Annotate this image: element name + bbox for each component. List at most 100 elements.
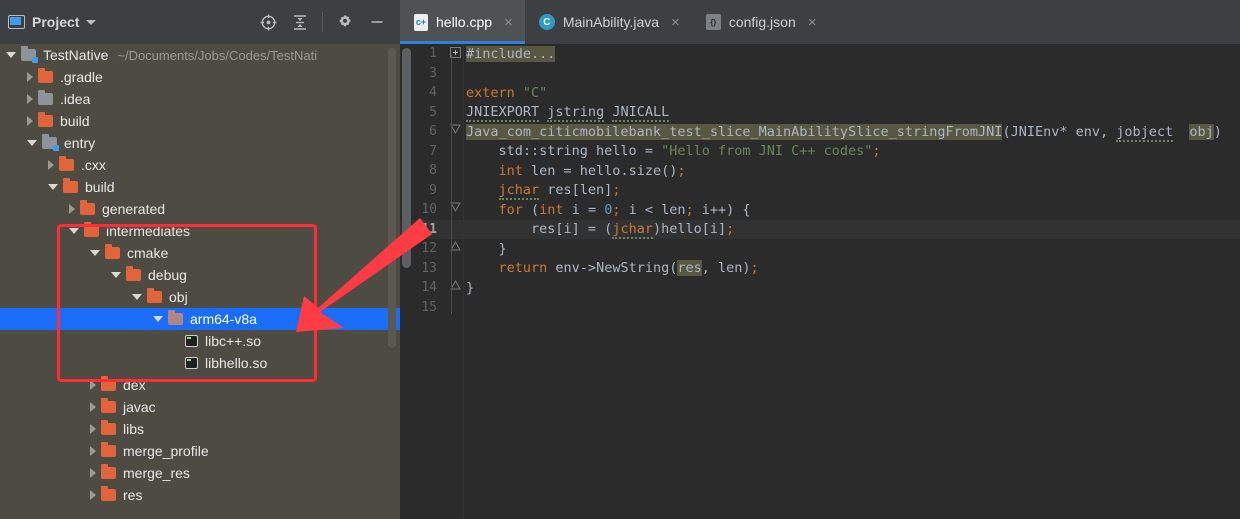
chevron-right-icon[interactable] <box>48 160 54 170</box>
code-line[interactable]: 9 jchar res[len]; <box>400 181 1240 201</box>
code-line[interactable]: 1 #include... <box>400 44 1240 64</box>
tree-row-merge-profile[interactable]: merge_profile <box>0 440 400 462</box>
ide-window: Project TestNative ~/Documents/Jobs/Code… <box>0 0 1240 519</box>
editor-tab-mainability-java[interactable]: C MainAbility.java × <box>525 0 692 44</box>
chevron-right-icon[interactable] <box>90 424 96 434</box>
tree-row--cxx[interactable]: .cxx <box>0 154 400 176</box>
folder-icon <box>101 442 116 457</box>
chevron-down-icon[interactable] <box>6 52 16 58</box>
minimize-icon[interactable] <box>362 7 392 37</box>
folder-icon <box>59 156 74 171</box>
chevron-down-icon[interactable] <box>153 316 163 322</box>
locate-target-icon[interactable] <box>253 7 283 37</box>
collapse-all-icon[interactable] <box>285 7 315 37</box>
editor-tab-label: MainAbility.java <box>562 14 660 30</box>
tree-row-libhello-so[interactable]: libhello.so <box>0 352 400 374</box>
chevron-right-icon[interactable] <box>90 380 96 390</box>
chevron-down-icon[interactable] <box>86 19 97 25</box>
tree-row-cmake[interactable]: cmake <box>0 242 400 264</box>
settings-gear-icon[interactable] <box>330 7 360 37</box>
tree-row-javac[interactable]: javac <box>0 396 400 418</box>
tree-row-entry[interactable]: entry <box>0 132 400 154</box>
tree-row-intermediates[interactable]: intermediates <box>0 220 400 242</box>
editor-vertical-scrollbar[interactable] <box>402 48 411 268</box>
code-line-text: Java_com_citicmobilebank_test_slice_Main… <box>466 123 1222 142</box>
code-line[interactable]: 5 JNIEXPORT jstring JNICALL <box>400 103 1240 123</box>
folder-icon <box>84 222 99 237</box>
tree-row-dex[interactable]: dex <box>0 374 400 396</box>
code-line[interactable]: 15 <box>400 298 1240 318</box>
editor-tab-config-json[interactable]: config.json × <box>692 0 829 44</box>
shared-object-file-icon <box>185 335 198 347</box>
folder-icon <box>63 178 78 193</box>
project-file-tree[interactable]: TestNative ~/Documents/Jobs/Codes/TestNat… <box>0 44 400 519</box>
chevron-right-icon[interactable] <box>90 446 96 456</box>
shared-object-file-icon <box>185 357 198 369</box>
tree-row-path: ~/Documents/Jobs/Codes/TestNati <box>117 47 318 63</box>
close-icon[interactable]: × <box>504 15 513 30</box>
chevron-right-icon[interactable] <box>27 72 33 82</box>
code-fold-icon[interactable] <box>446 46 464 61</box>
tree-row-label: libhello.so <box>205 355 268 371</box>
tree-row-merge-res[interactable]: merge_res <box>0 462 400 484</box>
tree-row-obj[interactable]: obj <box>0 286 400 308</box>
chevron-right-icon[interactable] <box>69 204 75 214</box>
code-fold-icon[interactable] <box>446 240 464 257</box>
tree-row-libc-so[interactable]: libc++.so <box>0 330 400 352</box>
sidebar-scrollbar[interactable] <box>388 48 396 348</box>
editor-tab-hello-cpp[interactable]: hello.cpp × <box>400 0 525 44</box>
line-number: 14 <box>421 280 437 296</box>
tree-row--gradle[interactable]: .gradle <box>0 66 400 88</box>
code-line[interactable]: 14} <box>400 278 1240 298</box>
code-line-text: } <box>466 279 475 296</box>
code-line[interactable]: 12 } <box>400 239 1240 259</box>
chevron-right-icon[interactable] <box>90 402 96 412</box>
code-line-text: JNIEXPORT jstring JNICALL <box>466 104 670 123</box>
code-fold-icon[interactable] <box>446 202 464 218</box>
chevron-down-icon[interactable] <box>90 250 100 256</box>
close-icon[interactable]: × <box>808 15 817 30</box>
chevron-right-icon[interactable] <box>90 490 96 500</box>
chevron-right-icon[interactable] <box>90 468 96 478</box>
code-line-text: std::string hello = "Hello from JNI C++ … <box>498 143 881 160</box>
code-line[interactable]: 7 std::string hello = "Hello from JNI C+… <box>400 142 1240 162</box>
folder-icon <box>38 90 53 105</box>
code-line[interactable]: 8 int len = hello.size(); <box>400 161 1240 181</box>
chevron-down-icon[interactable] <box>48 184 58 190</box>
chevron-down-icon[interactable] <box>69 228 79 234</box>
code-fold-icon[interactable] <box>446 279 464 296</box>
chevron-down-icon[interactable] <box>111 272 121 278</box>
code-line[interactable]: 13 return env->NewString(res, len); <box>400 259 1240 279</box>
code-line[interactable]: 4 extern "C" <box>400 83 1240 103</box>
tree-row-generated[interactable]: generated <box>0 198 400 220</box>
tree-row--idea[interactable]: .idea <box>0 88 400 110</box>
project-panel-icon <box>8 15 25 29</box>
chevron-right-icon[interactable] <box>27 94 33 104</box>
module-folder-icon <box>42 134 59 151</box>
tree-row-libs[interactable]: libs <box>0 418 400 440</box>
code-content[interactable]: 1 #include... 3 4 extern "C" 5 JNIEXPORT jstri… <box>400 44 1240 519</box>
line-number: 15 <box>421 299 437 315</box>
editor-tab-bar: hello.cpp × C MainAbility.java × config.json × <box>400 0 1240 44</box>
code-line[interactable]: 11 res[i] = (jchar)hello[i]; <box>400 219 1240 240</box>
tree-row-label: dex <box>123 377 146 393</box>
tree-row-build[interactable]: build <box>0 176 400 198</box>
chevron-right-icon[interactable] <box>27 116 33 126</box>
close-icon[interactable]: × <box>671 15 680 30</box>
code-fold-icon[interactable] <box>446 124 464 140</box>
code-line[interactable]: 6 Java_com_citicmobilebank_test_slice_Mai… <box>400 122 1240 142</box>
chevron-down-icon[interactable] <box>27 140 37 146</box>
tree-row-testnative[interactable]: TestNative ~/Documents/Jobs/Codes/TestNat… <box>0 44 400 66</box>
folder-icon <box>38 112 53 127</box>
tree-row-label: generated <box>102 201 166 217</box>
tree-row-res[interactable]: res <box>0 484 400 506</box>
tree-row-arm64-v8a[interactable]: arm64-v8a <box>0 308 400 330</box>
folder-icon <box>101 420 116 435</box>
code-line[interactable]: 10 for (int i = 0; i < len; i++) { <box>400 200 1240 220</box>
tree-row-debug[interactable]: debug <box>0 264 400 286</box>
code-line[interactable]: 3 <box>400 64 1240 84</box>
code-line-text: res[i] = (jchar)hello[i]; <box>531 221 735 240</box>
chevron-down-icon[interactable] <box>132 294 142 300</box>
tree-row-build[interactable]: build <box>0 110 400 132</box>
project-panel-selector[interactable]: Project <box>8 14 97 30</box>
